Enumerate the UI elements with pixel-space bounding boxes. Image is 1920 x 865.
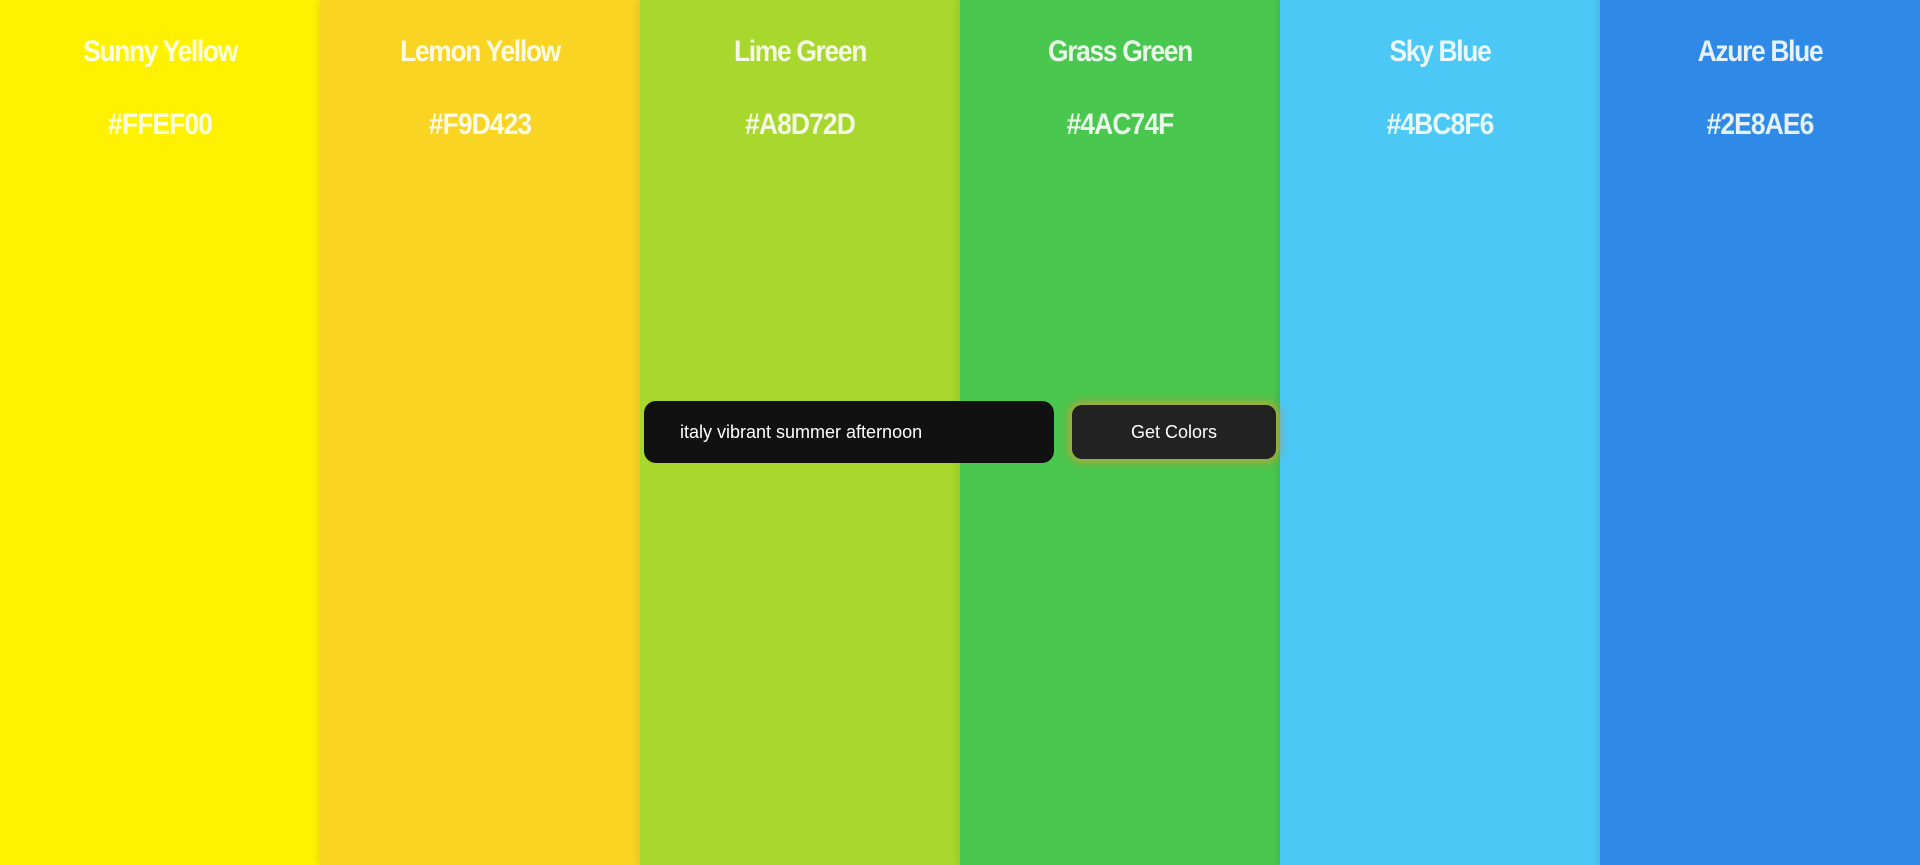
swatch-azure-blue: Azure Blue #2E8AE6: [1600, 0, 1920, 865]
swatch-hex-code: #4AC74F: [1066, 108, 1175, 141]
swatch-name: Lime Green: [733, 35, 867, 68]
swatch-hex-code: #A8D72D: [745, 108, 856, 141]
swatch-sky-blue: Sky Blue #4BC8F6: [1280, 0, 1600, 865]
swatch-name: Sunny Yellow: [83, 35, 238, 68]
swatch-name: Grass Green: [1048, 35, 1193, 68]
swatch-hex-code: #F9D423: [428, 108, 532, 141]
prompt-controls: Get Colors: [644, 401, 1276, 463]
prompt-input[interactable]: [644, 401, 1054, 463]
swatch-name: Azure Blue: [1697, 35, 1824, 68]
get-colors-button[interactable]: Get Colors: [1072, 405, 1276, 459]
swatch-hex-code: #4BC8F6: [1386, 108, 1495, 141]
color-palette: Sunny Yellow #FFEF00 Lemon Yellow #F9D42…: [0, 0, 1920, 865]
swatch-hex-code: #2E8AE6: [1706, 108, 1815, 141]
swatch-name: Lemon Yellow: [400, 35, 561, 68]
swatch-lemon-yellow: Lemon Yellow #F9D423: [320, 0, 640, 865]
swatch-hex-code: #FFEF00: [108, 108, 213, 141]
swatch-sunny-yellow: Sunny Yellow #FFEF00: [0, 0, 320, 865]
swatch-name: Sky Blue: [1389, 35, 1492, 68]
